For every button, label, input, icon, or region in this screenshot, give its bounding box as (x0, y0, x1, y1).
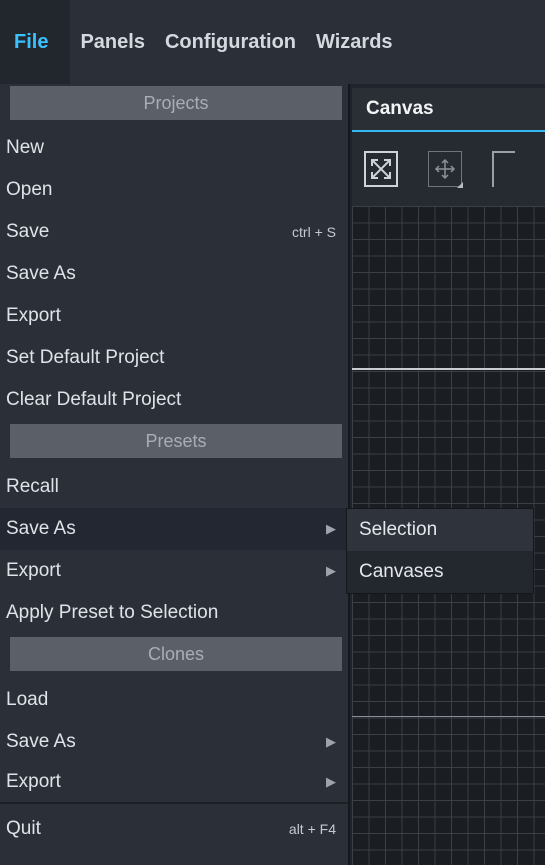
section-header-clones: Clones (10, 637, 342, 671)
menu-item-recall[interactable]: Recall (0, 466, 348, 508)
menu-item-label: Set Default Project (6, 347, 165, 368)
canvas-panel: Canvas (352, 88, 545, 865)
section-header-projects: Projects (10, 86, 342, 120)
submenu-arrow-icon: ▶ (326, 563, 336, 578)
menu-item-save[interactable]: Save ctrl + S (0, 211, 348, 253)
menu-item-export[interactable]: Export (0, 295, 348, 337)
section-header-presets: Presets (10, 424, 342, 458)
menu-item-clone-save-as[interactable]: Save As ▶ (0, 721, 348, 763)
menu-bar: File Panels Configuration Wizards (0, 0, 545, 84)
menu-file[interactable]: File (0, 0, 71, 84)
menu-wizards[interactable]: Wizards (306, 0, 403, 84)
menu-item-clear-default-project[interactable]: Clear Default Project (0, 379, 348, 421)
menu-item-label: Save As (6, 263, 76, 284)
menu-item-label: Apply Preset to Selection (6, 602, 219, 623)
menu-item-quit[interactable]: Quit alt + F4 (0, 808, 348, 850)
menu-item-label: Save (6, 221, 50, 242)
menu-item-label: Export (6, 560, 61, 581)
menu-item-preset-export[interactable]: Export ▶ (0, 550, 348, 592)
tab-canvas[interactable]: Canvas (352, 88, 545, 132)
shortcut-label: alt + F4 (288, 821, 336, 837)
fit-view-icon[interactable] (364, 151, 399, 187)
menu-item-label: Quit (6, 818, 41, 839)
menu-divider (0, 802, 348, 804)
shortcut-label: ctrl + S (292, 224, 336, 240)
menu-item-label: Clear Default Project (6, 389, 182, 410)
menu-item-clone-export[interactable]: Export ▶ (0, 761, 348, 803)
menu-item-apply-preset[interactable]: Apply Preset to Selection (0, 592, 348, 634)
crop-icon[interactable] (492, 151, 515, 187)
submenu-item-selection[interactable]: Selection (347, 509, 533, 551)
menu-item-label: Save As (6, 731, 76, 752)
file-menu-dropdown: Projects New Open Save ctrl + S Save As … (0, 84, 350, 865)
menu-configuration[interactable]: Configuration (155, 0, 306, 84)
menu-item-new[interactable]: New (0, 127, 348, 169)
menu-item-label: Save As (6, 518, 76, 539)
submenu-item-canvases[interactable]: Canvases (347, 551, 533, 593)
menu-item-preset-save-as[interactable]: Save As ▶ (0, 508, 348, 550)
menu-item-label: Recall (6, 476, 59, 497)
submenu-arrow-icon: ▶ (326, 521, 336, 536)
menu-item-save-as[interactable]: Save As (0, 253, 348, 295)
move-icon[interactable] (428, 151, 464, 188)
menu-item-label: New (6, 137, 45, 158)
submenu-arrow-icon: ▶ (326, 734, 336, 749)
preset-save-as-submenu: Selection Canvases (346, 508, 534, 594)
menu-item-open[interactable]: Open (0, 169, 348, 211)
submenu-arrow-icon: ▶ (326, 774, 336, 789)
menu-panels[interactable]: Panels (70, 0, 154, 84)
menu-item-load[interactable]: Load (0, 679, 348, 721)
menu-item-label: Export (6, 771, 61, 792)
canvas-toolbar (352, 132, 545, 206)
canvas-guide-line (352, 368, 545, 370)
menu-item-label: Export (6, 305, 61, 326)
menu-item-set-default-project[interactable]: Set Default Project (0, 337, 348, 379)
menu-item-label: Load (6, 689, 49, 710)
canvas-guide-line (352, 716, 545, 717)
menu-item-label: Open (6, 179, 53, 200)
